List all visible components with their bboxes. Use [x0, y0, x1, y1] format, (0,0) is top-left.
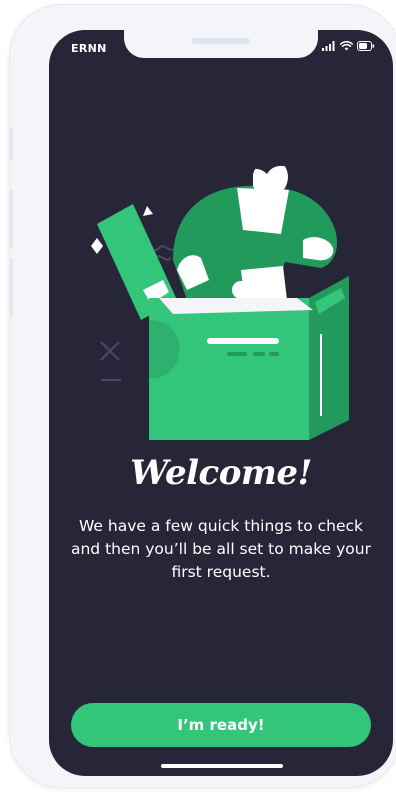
app-screen: ERNN Welcome! We have a few quick things… [49, 30, 393, 776]
cellular-signal-icon [322, 41, 335, 51]
person-figure [173, 146, 338, 304]
phone-frame: ERNN Welcome! We have a few quick things… [9, 4, 396, 788]
volume-down-button [9, 258, 13, 316]
welcome-illustration [91, 146, 349, 440]
status-icons [322, 41, 375, 51]
welcome-message: We have a few quick things to check and … [70, 517, 371, 581]
notch [124, 30, 318, 58]
home-indicator[interactable] [161, 764, 283, 768]
volume-up-button [9, 190, 13, 248]
welcome-title: Welcome! [130, 453, 312, 493]
im-ready-button[interactable]: I’m ready! [71, 703, 371, 747]
box [149, 276, 349, 440]
battery-icon [357, 41, 375, 51]
carrier-label: ERNN [71, 42, 107, 55]
mute-switch [9, 128, 13, 160]
wifi-icon [340, 41, 353, 51]
speaker-grille [192, 38, 250, 44]
